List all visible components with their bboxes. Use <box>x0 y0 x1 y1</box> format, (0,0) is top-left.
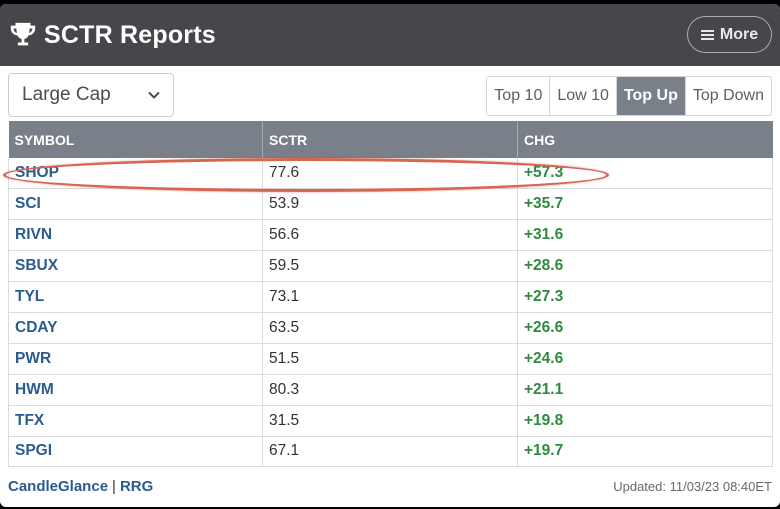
sctr-value: 67.1 <box>262 436 518 468</box>
table-row[interactable]: CDAY 63.5 +26.6 <box>8 312 773 344</box>
chg-value: +21.1 <box>517 374 773 406</box>
more-button[interactable]: More <box>687 16 772 53</box>
symbol-link[interactable]: SPGI <box>8 436 263 468</box>
symbol-link[interactable]: TFX <box>8 405 263 437</box>
table-row[interactable]: SHOP 77.6 +57.3 <box>8 158 773 190</box>
tab-top-down[interactable]: Top Down <box>684 77 771 115</box>
symbol-link[interactable]: PWR <box>8 343 263 375</box>
symbol-link[interactable]: SHOP <box>8 158 263 190</box>
sctr-value: 53.9 <box>262 188 518 221</box>
table-row[interactable]: SBUX 59.5 +28.6 <box>8 250 773 283</box>
more-button-label: More <box>719 25 759 43</box>
chg-value: +57.3 <box>517 158 773 190</box>
footer-separator: | <box>112 477 116 495</box>
trophy-icon <box>10 22 36 46</box>
table-row[interactable]: TYL 73.1 +27.3 <box>8 281 773 313</box>
table-row[interactable]: SCI 53.9 +35.7 <box>8 188 773 221</box>
updated-timestamp: Updated: 11/03/23 08:40ET <box>613 478 772 494</box>
tab-low-10[interactable]: Low 10 <box>549 77 616 115</box>
sctr-value: 56.6 <box>262 219 518 252</box>
column-header-sctr[interactable]: SCTR <box>262 121 518 158</box>
symbol-link[interactable]: HWM <box>8 374 263 406</box>
chg-value: +19.8 <box>517 405 773 437</box>
symbol-link[interactable]: TYL <box>8 281 263 313</box>
chg-value: +24.6 <box>517 343 773 375</box>
column-header-chg[interactable]: CHG <box>517 121 773 158</box>
table-row[interactable]: PWR 51.5 +24.6 <box>8 343 773 375</box>
chg-value: +19.7 <box>517 436 773 468</box>
table-row[interactable]: HWM 80.3 +21.1 <box>8 374 773 406</box>
hamburger-icon <box>700 29 714 40</box>
footer-links: CandleGlance | RRG <box>8 478 153 495</box>
tab-top-up[interactable]: Top Up <box>615 77 685 115</box>
chg-value: +28.6 <box>517 250 773 283</box>
chg-value: +31.6 <box>517 219 773 252</box>
table-row[interactable]: RIVN 56.6 +31.6 <box>8 219 773 252</box>
sctr-value: 63.5 <box>262 312 518 344</box>
symbol-link[interactable]: SCI <box>8 188 263 221</box>
chg-value: +35.7 <box>517 188 773 221</box>
table-row[interactable]: TFX 31.5 +19.8 <box>8 405 773 437</box>
sctr-value: 51.5 <box>262 343 518 375</box>
sctr-value: 31.5 <box>262 405 518 437</box>
chevron-down-icon <box>148 91 160 99</box>
candleglance-link[interactable]: CandleGlance <box>8 478 108 495</box>
symbol-link[interactable]: RIVN <box>8 219 263 252</box>
sctr-value: 80.3 <box>262 374 518 406</box>
sctr-value: 77.6 <box>262 158 518 190</box>
tab-top-10[interactable]: Top 10 <box>487 77 549 115</box>
sctr-value: 73.1 <box>262 281 518 313</box>
sctr-table: SYMBOL SCTR CHG SHOP 77.6 +57.3 SCI 53.9 +35.… <box>8 121 773 468</box>
chg-value: +26.6 <box>517 312 773 344</box>
symbol-link[interactable]: CDAY <box>8 312 263 344</box>
page-title: SCTR Reports <box>44 20 216 49</box>
table-row[interactable]: SPGI 67.1 +19.7 <box>8 436 773 468</box>
column-header-symbol[interactable]: SYMBOL <box>8 121 263 158</box>
chg-value: +27.3 <box>517 281 773 313</box>
sctr-value: 59.5 <box>262 250 518 283</box>
controls-bar: Large Cap Top 10 Low 10 Top Up Top Down <box>0 66 780 124</box>
cap-select[interactable]: Large Cap <box>8 73 174 117</box>
symbol-link[interactable]: SBUX <box>8 250 263 283</box>
ranking-tabs: Top 10 Low 10 Top Up Top Down <box>486 76 772 116</box>
table-header-row: SYMBOL SCTR CHG <box>8 121 773 158</box>
header-bar: SCTR Reports More <box>0 4 780 66</box>
rrg-link[interactable]: RRG <box>120 478 153 495</box>
cap-select-value: Large Cap <box>22 84 111 105</box>
footer: CandleGlance | RRG Updated: 11/03/23 08:40… <box>8 474 772 498</box>
